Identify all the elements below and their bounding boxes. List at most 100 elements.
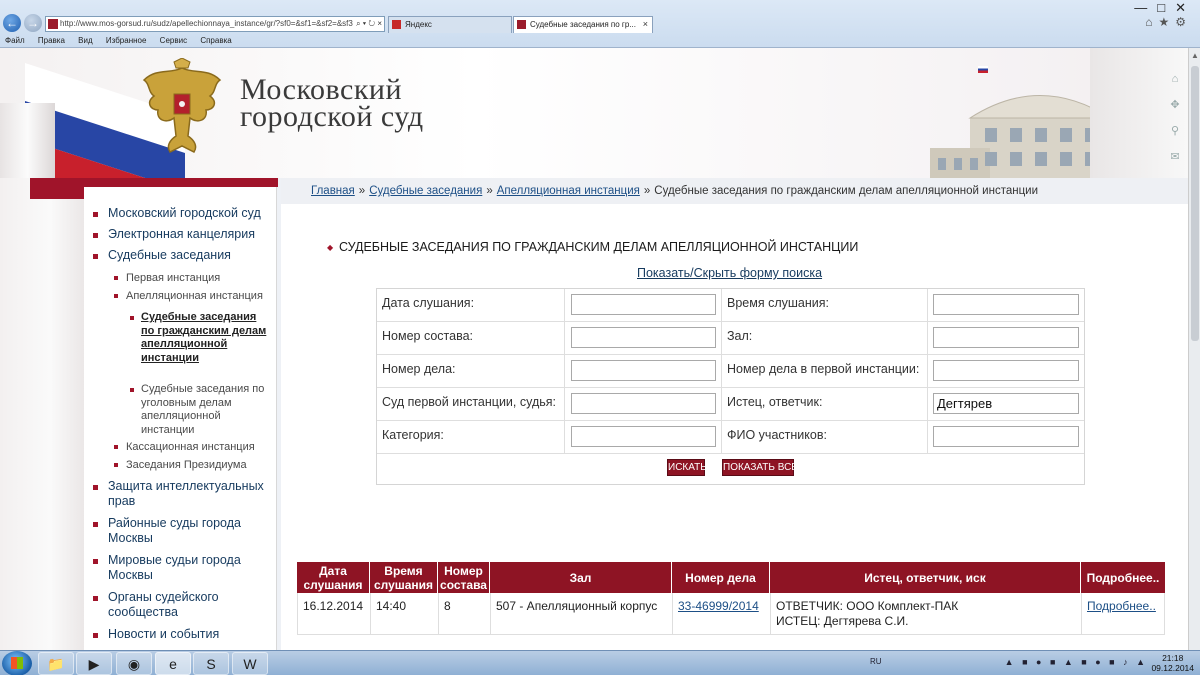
menu-edit[interactable]: Правка bbox=[38, 36, 65, 45]
breadcrumb: Главная» Судебные заседания» Апелляционная… bbox=[281, 178, 1188, 204]
window-controls[interactable]: —□✕ bbox=[1134, 0, 1196, 16]
case-number-link[interactable]: 33-46999/2014 bbox=[678, 599, 759, 613]
column-header-more: Подробнее.. bbox=[1086, 570, 1160, 585]
hearing-time-label: Время слушания: bbox=[727, 296, 829, 310]
form-label-cell: Номер дела: bbox=[377, 355, 565, 388]
clock-date: 09.12.2014 bbox=[1151, 663, 1194, 673]
panel-number-label: Номер состава: bbox=[382, 329, 474, 343]
sidebar-item-magistrates[interactable]: Мировые судьи города Москвы bbox=[84, 553, 274, 583]
toggle-search-form-link[interactable]: Показать/Скрыть форму поиска bbox=[637, 266, 822, 280]
form-input-cell bbox=[928, 322, 1084, 355]
column-header-hall: Зал bbox=[490, 562, 672, 593]
breadcrumb-sessions[interactable]: Судебные заседания bbox=[369, 185, 482, 197]
tab-yandex[interactable]: Яндекс bbox=[388, 16, 512, 33]
sidebar-item-news[interactable]: Новости и события bbox=[84, 627, 274, 642]
breadcrumb-separator: » bbox=[358, 185, 366, 197]
form-input-cell bbox=[928, 289, 1084, 322]
form-input-cell: Дегтярев bbox=[928, 388, 1084, 421]
sidebar-subitem-cassation[interactable]: Кассационная инстанция bbox=[84, 440, 274, 454]
show-all-button[interactable]: ПОКАЗАТЬ ВСЕ bbox=[722, 459, 798, 476]
form-label-cell: Номер дела в первой инстанции: bbox=[722, 355, 928, 388]
start-button[interactable] bbox=[2, 651, 32, 675]
first-case-number-input[interactable] bbox=[933, 360, 1079, 381]
court-favicon-icon bbox=[517, 20, 526, 29]
tab-court-sessions[interactable]: Судебные заседания по гр... × bbox=[513, 16, 653, 33]
form-input-cell bbox=[565, 322, 722, 355]
column-header-time: Время слушания bbox=[370, 562, 438, 593]
home-icon[interactable]: ⌂ bbox=[1166, 66, 1184, 92]
address-bar[interactable]: http://www.mos-gorsud.ru/sudz/apellechio… bbox=[45, 16, 385, 32]
menu-favorites[interactable]: Избранное bbox=[106, 36, 147, 45]
word-icon[interactable]: W bbox=[232, 652, 268, 675]
sidebar-subsubitem-criminal[interactable]: Судебные заседания по уголовным делам ап… bbox=[84, 383, 274, 437]
sidebar-item-district-courts[interactable]: Районные суды города Москвы bbox=[84, 516, 274, 546]
site-favicon-icon bbox=[48, 19, 58, 29]
menu-tools[interactable]: Сервис bbox=[160, 36, 187, 45]
forward-icon[interactable]: → bbox=[24, 14, 42, 32]
sitemap-icon[interactable]: ✥ bbox=[1166, 92, 1184, 118]
category-input[interactable] bbox=[571, 426, 716, 447]
sidebar-item-ip-protection[interactable]: Защита интеллектуальных прав bbox=[84, 479, 274, 509]
sidebar-subitem-first-instance[interactable]: Первая инстанция bbox=[84, 271, 274, 285]
sidebar-item-e-office[interactable]: Электронная канцелярия bbox=[84, 227, 274, 242]
chrome-icon[interactable]: ◉ bbox=[116, 652, 152, 675]
tab-label: Яндекс bbox=[405, 20, 432, 29]
address-controls-icon[interactable]: ⌕ ▾ ↻ × bbox=[353, 17, 382, 31]
parties-input[interactable]: Дегтярев bbox=[933, 393, 1079, 414]
menu-file[interactable]: Файл bbox=[5, 36, 25, 45]
language-indicator[interactable]: RU bbox=[870, 657, 882, 666]
breadcrumb-home[interactable]: Главная bbox=[311, 185, 355, 197]
scrollbar-thumb[interactable] bbox=[1191, 66, 1199, 341]
scroll-up-icon[interactable]: ▲ bbox=[1191, 51, 1199, 60]
form-label-cell: Дата слушания: bbox=[377, 289, 565, 322]
menu-view[interactable]: Вид bbox=[78, 36, 92, 45]
windows-logo-icon bbox=[11, 657, 23, 669]
form-label-cell: Категория: bbox=[377, 421, 565, 454]
explorer-icon[interactable]: 📁 bbox=[38, 652, 74, 675]
cell-panel: 8 bbox=[439, 593, 491, 634]
hearing-date-input[interactable] bbox=[571, 294, 716, 315]
cell-parties: ОТВЕТЧИК: ООО Комплект-ПАК ИСТЕЦ: Дегтяр… bbox=[771, 593, 1082, 634]
sidebar-subsubitem-civil[interactable]: Судебные заседания по гражданским делам … bbox=[84, 311, 274, 365]
clock[interactable]: 21:18 09.12.2014 bbox=[1151, 653, 1194, 673]
form-label-cell: ФИО участников: bbox=[722, 421, 928, 454]
column-header-case: Номер дела bbox=[672, 562, 770, 593]
internet-explorer-icon[interactable]: e bbox=[155, 652, 191, 675]
cell-date: 16.12.2014 bbox=[298, 593, 371, 634]
close-tab-icon[interactable]: × bbox=[643, 17, 648, 32]
sidebar-subitem-appeal[interactable]: Апелляционная инстанция bbox=[84, 289, 274, 303]
tab-label: Судебные заседания по гр... bbox=[530, 20, 636, 29]
cell-case: 33-46999/2014 bbox=[673, 593, 771, 634]
sidebar-item-sessions[interactable]: Судебные заседания bbox=[84, 248, 274, 263]
form-input-cell bbox=[565, 421, 722, 454]
back-icon[interactable]: ← bbox=[3, 14, 21, 32]
table-row: 16.12.2014 14:40 8 507 - Апелляционный к… bbox=[297, 593, 1165, 635]
form-row: Номер дела: Номер дела в первой инстанци… bbox=[377, 355, 1084, 388]
sidebar-item-judicial-bodies[interactable]: Органы судейского сообщества bbox=[84, 590, 274, 620]
menu-help[interactable]: Справка bbox=[200, 36, 231, 45]
plaintiff-text: ИСТЕЦ: Дегтярева С.И. bbox=[776, 614, 909, 628]
form-row: Дата слушания: Время слушания: bbox=[377, 289, 1084, 322]
details-link[interactable]: Подробнее.. bbox=[1087, 599, 1156, 613]
page-viewport: Московский городской суд ⌂ ✥ ⚲ ✉ Московс… bbox=[0, 48, 1188, 650]
media-player-icon[interactable]: ▶ bbox=[76, 652, 112, 675]
vertical-scrollbar[interactable]: ▲ bbox=[1188, 48, 1200, 650]
skype-icon[interactable]: S bbox=[193, 652, 229, 675]
search-button[interactable]: ИСКАТЬ bbox=[667, 459, 707, 476]
column-header-parties: Истец, ответчик, иск bbox=[770, 562, 1081, 593]
sidebar-item-moscow-court[interactable]: Московский городской суд bbox=[84, 206, 274, 221]
mail-icon[interactable]: ✉ bbox=[1166, 144, 1184, 170]
defendant-text: ОТВЕТЧИК: ООО Комплект-ПАК bbox=[776, 599, 959, 613]
case-number-input[interactable] bbox=[571, 360, 716, 381]
breadcrumb-appeal[interactable]: Апелляционная инстанция bbox=[497, 185, 640, 197]
hearing-time-input[interactable] bbox=[933, 294, 1079, 315]
hall-input[interactable] bbox=[933, 327, 1079, 348]
first-court-input[interactable] bbox=[571, 393, 716, 414]
panel-number-input[interactable] bbox=[571, 327, 716, 348]
search-icon[interactable]: ⚲ bbox=[1166, 118, 1184, 144]
participants-input[interactable] bbox=[933, 426, 1079, 447]
toolbar-icons[interactable]: ⌂★⚙ bbox=[1145, 15, 1192, 29]
system-tray-icons[interactable]: ▲ ■ ● ■ ▲ ■ ● ■ ♪ ▲ bbox=[1005, 657, 1148, 667]
court-title-line1: Московский bbox=[240, 73, 403, 106]
sidebar-subitem-presidium[interactable]: Заседания Президиума bbox=[84, 458, 274, 472]
